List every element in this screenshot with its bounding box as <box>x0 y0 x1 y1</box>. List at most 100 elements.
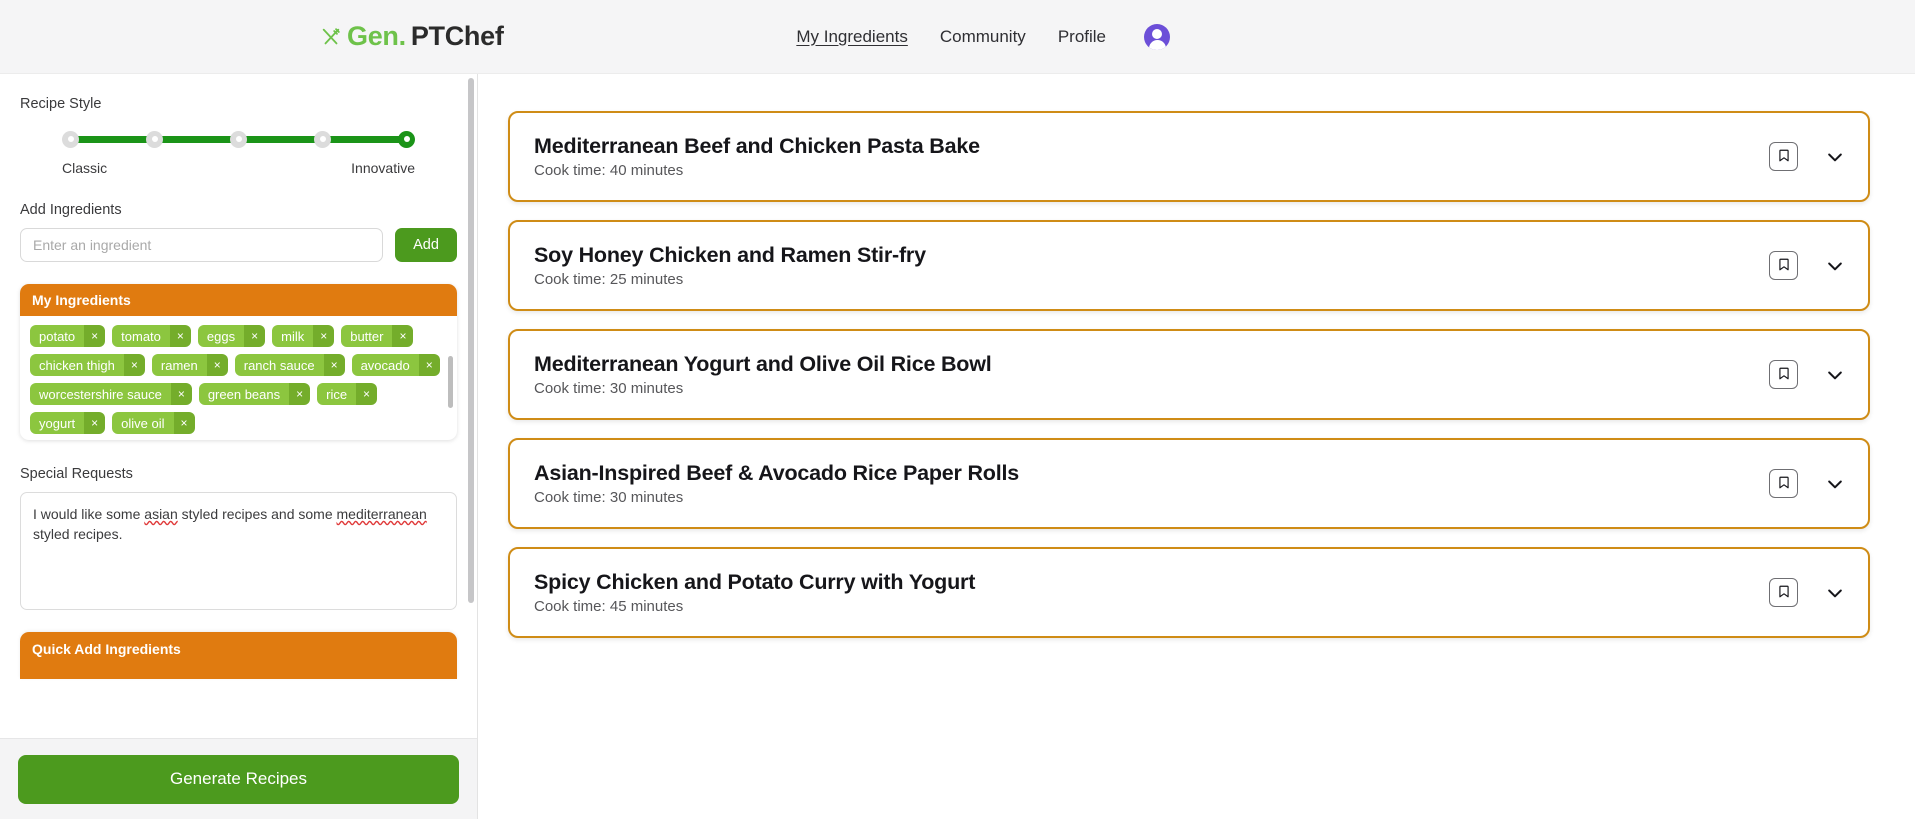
remove-ingredient-icon[interactable]: × <box>84 325 106 347</box>
ingredient-chip[interactable]: olive oil × <box>112 412 195 434</box>
recipe-style-slider[interactable]: Classic Innovative <box>20 130 457 176</box>
quick-add-panel: Quick Add Ingredients <box>20 632 457 679</box>
ingredient-chip[interactable]: avocado × <box>351 354 440 376</box>
ingredients-sidebar: Recipe Style Classic Innovative Add Ingr… <box>0 74 478 819</box>
user-avatar-icon[interactable] <box>1144 23 1170 50</box>
remove-ingredient-icon[interactable]: × <box>170 383 192 405</box>
my-ingredients-panel: My Ingredients potato × tomato × eggs × … <box>20 284 457 440</box>
add-ingredient-button[interactable]: Add <box>395 228 457 262</box>
main-navigation: My Ingredients Community Profile <box>796 23 1170 50</box>
remove-ingredient-icon[interactable]: × <box>84 412 106 434</box>
nav-item-profile[interactable]: Profile <box>1058 27 1106 47</box>
ingredient-chip-label: milk <box>272 325 314 347</box>
remove-ingredient-icon[interactable]: × <box>289 383 311 405</box>
remove-ingredient-icon[interactable]: × <box>392 325 414 347</box>
recipe-card-text: Soy Honey Chicken and Ramen Stir-fry Coo… <box>534 243 1769 288</box>
app-header: Gen. PTChef My Ingredients Community Prof… <box>0 0 1915 74</box>
sidebar-scroll-content: Recipe Style Classic Innovative Add Ingr… <box>0 74 477 819</box>
recipe-title: Asian-Inspired Beef & Avocado Rice Paper… <box>534 461 1020 485</box>
ingredient-chip[interactable]: chicken thigh × <box>30 354 145 376</box>
remove-ingredient-icon[interactable]: × <box>169 325 191 347</box>
expand-recipe-chevron-down-icon[interactable] <box>1824 364 1846 386</box>
ingredient-chip[interactable]: tomato × <box>112 325 191 347</box>
ingredient-chip[interactable]: yogurt × <box>30 412 106 434</box>
remove-ingredient-icon[interactable]: × <box>123 354 145 376</box>
expand-recipe-chevron-down-icon[interactable] <box>1824 146 1846 168</box>
ingredient-chip-label: ramen <box>151 354 207 376</box>
slider-step-5[interactable] <box>398 130 415 148</box>
recipe-card[interactable]: Spicy Chicken and Potato Curry with Yogu… <box>508 547 1870 638</box>
ingredient-chip-label: yogurt <box>30 412 85 434</box>
recipe-card-actions <box>1769 578 1846 607</box>
save-recipe-button[interactable] <box>1769 142 1798 171</box>
recipe-cook-time: Cook time: 25 minutes <box>534 271 684 288</box>
sidebar-scrollbar-thumb[interactable] <box>468 78 474 603</box>
quick-add-header: Quick Add Ingredients <box>20 632 457 679</box>
special-requests-input[interactable]: I would like some asian styled recipes a… <box>20 492 457 610</box>
remove-ingredient-icon[interactable]: × <box>173 412 195 434</box>
ingredient-chip[interactable]: rice × <box>317 383 378 405</box>
recipe-cook-time: Cook time: 45 minutes <box>534 598 684 615</box>
slider-step-2[interactable] <box>146 130 163 148</box>
ingredient-chip[interactable]: ranch sauce × <box>234 354 345 376</box>
app-logo[interactable]: Gen. PTChef <box>320 21 504 52</box>
recipe-title: Spicy Chicken and Potato Curry with Yogu… <box>534 570 976 594</box>
nav-item-community[interactable]: Community <box>940 27 1026 47</box>
save-recipe-button[interactable] <box>1769 469 1798 498</box>
brand-name-suffix: PTChef <box>410 21 504 51</box>
sr-text-part-2: styled recipes and some <box>177 506 337 522</box>
recipe-cook-time: Cook time: 30 minutes <box>534 489 684 506</box>
slider-step-4[interactable] <box>314 130 331 148</box>
slider-step-3[interactable] <box>230 130 247 148</box>
bookmark-icon <box>1777 584 1791 602</box>
ingredient-chip[interactable]: milk × <box>272 325 335 347</box>
bookmark-icon <box>1777 366 1791 384</box>
recipe-card[interactable]: Mediterranean Yogurt and Olive Oil Rice … <box>508 329 1870 420</box>
recipe-card-text: Asian-Inspired Beef & Avocado Rice Paper… <box>534 461 1769 506</box>
expand-recipe-chevron-down-icon[interactable] <box>1824 473 1846 495</box>
nav-item-my-ingredients[interactable]: My Ingredients <box>796 27 908 47</box>
brand-name-prefix: Gen. <box>347 21 406 51</box>
recipe-card[interactable]: Mediterranean Beef and Chicken Pasta Bak… <box>508 111 1870 202</box>
recipe-card[interactable]: Asian-Inspired Beef & Avocado Rice Paper… <box>508 438 1870 529</box>
ingredient-chip[interactable]: green beans × <box>198 383 311 405</box>
page-layout: Recipe Style Classic Innovative Add Ingr… <box>0 74 1915 819</box>
ingredient-chip-label: green beans <box>198 383 290 405</box>
generate-recipes-button[interactable]: Generate Recipes <box>18 754 459 804</box>
ingredient-chip-label: rice <box>317 383 357 405</box>
ingredient-input[interactable] <box>20 228 383 262</box>
crossed-utensils-icon <box>320 26 342 48</box>
save-recipe-button[interactable] <box>1769 578 1798 607</box>
ingredient-chips-scroll[interactable]: potato × tomato × eggs × milk × butter ×… <box>20 316 457 440</box>
ingredient-chip[interactable]: ramen × <box>151 354 228 376</box>
remove-ingredient-icon[interactable]: × <box>356 383 378 405</box>
recipe-card-actions <box>1769 469 1846 498</box>
ingredient-chip[interactable]: butter × <box>341 325 414 347</box>
remove-ingredient-icon[interactable]: × <box>418 354 440 376</box>
recipe-title: Mediterranean Beef and Chicken Pasta Bak… <box>534 134 980 158</box>
remove-ingredient-icon[interactable]: × <box>206 354 228 376</box>
expand-recipe-chevron-down-icon[interactable] <box>1824 582 1846 604</box>
recipe-title: Mediterranean Yogurt and Olive Oil Rice … <box>534 352 992 376</box>
ingredient-chip[interactable]: worcestershire sauce × <box>30 383 192 405</box>
slider-step-1[interactable] <box>62 130 79 148</box>
save-recipe-button[interactable] <box>1769 251 1798 280</box>
recipe-card-actions <box>1769 142 1846 171</box>
remove-ingredient-icon[interactable]: × <box>313 325 335 347</box>
ingredient-chip[interactable]: potato × <box>30 325 106 347</box>
recipe-cook-time: Cook time: 40 minutes <box>534 162 684 179</box>
remove-ingredient-icon[interactable]: × <box>244 325 266 347</box>
generate-bar: Generate Recipes <box>0 738 477 819</box>
remove-ingredient-icon[interactable]: × <box>323 354 345 376</box>
expand-recipe-chevron-down-icon[interactable] <box>1824 255 1846 277</box>
bookmark-icon <box>1777 257 1791 275</box>
ingredient-chip-label: chicken thigh <box>30 354 124 376</box>
chips-scrollbar-thumb[interactable] <box>448 356 453 408</box>
recipe-card-text: Mediterranean Yogurt and Olive Oil Rice … <box>534 352 1769 397</box>
sidebar-scrollbar[interactable] <box>468 78 474 815</box>
ingredient-chip[interactable]: eggs × <box>197 325 266 347</box>
save-recipe-button[interactable] <box>1769 360 1798 389</box>
recipe-card[interactable]: Soy Honey Chicken and Ramen Stir-fry Coo… <box>508 220 1870 311</box>
chips-scrollbar[interactable] <box>448 322 453 434</box>
recipe-style-label: Recipe Style <box>20 96 102 112</box>
